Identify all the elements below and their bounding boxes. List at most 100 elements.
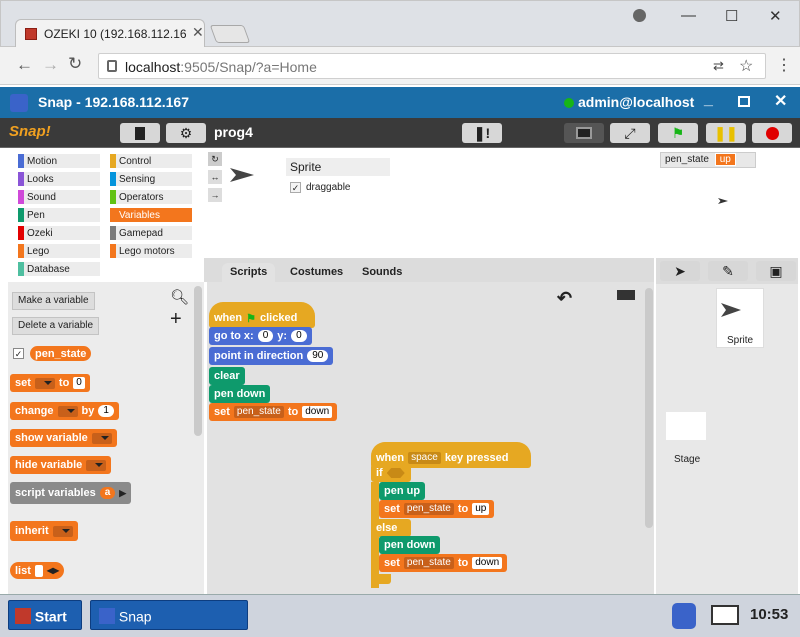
pen-up-block[interactable]: pen up xyxy=(379,482,426,500)
category-lego-motors[interactable]: Lego motors xyxy=(110,244,192,258)
pause-icon: ❚❚ xyxy=(714,124,738,141)
presentation-mode-button[interactable]: ⤢ xyxy=(610,123,650,143)
back-icon[interactable]: ← xyxy=(16,55,33,75)
pen-down-block-2[interactable]: pen down xyxy=(379,536,441,554)
green-flag-button[interactable]: ⚑ xyxy=(658,123,698,143)
change-variable-block[interactable]: change by 1 xyxy=(10,402,119,420)
new-tab-button[interactable] xyxy=(209,25,251,43)
category-variables[interactable]: Variables xyxy=(110,208,192,222)
stage-sprite-icon[interactable] xyxy=(718,198,728,204)
sprite-corral-label: Sprite xyxy=(727,335,754,346)
no-rotate-icon[interactable]: → xyxy=(208,188,222,202)
scripts-scrollbar[interactable] xyxy=(645,288,653,528)
tab-scripts[interactable]: Scripts xyxy=(222,263,276,282)
green-flag-icon: ⚑ xyxy=(671,124,685,141)
set-pen-state-up-block[interactable]: set pen_state to up xyxy=(379,500,495,518)
hide-variable-block[interactable]: hide variable xyxy=(10,456,112,474)
scripts-area[interactable]: ↶ when ⚑ clicked go to x: 0 y: 0 point in dir… xyxy=(207,282,654,594)
stage-size-button[interactable] xyxy=(564,123,604,143)
snap-maximize-button[interactable] xyxy=(738,96,750,107)
set-pen-state-down-block-2[interactable]: set pen_state to down xyxy=(379,554,508,572)
pause-button[interactable]: ❚❚ xyxy=(706,123,746,143)
page-info-icon[interactable] xyxy=(107,60,117,72)
menu-kebab-icon[interactable]: ⋮ xyxy=(776,55,792,75)
camera-sprite-button[interactable]: ▣ xyxy=(756,261,796,281)
if-else-bottom xyxy=(371,574,391,584)
robot-tray-icon[interactable] xyxy=(672,603,696,629)
monitor-icon[interactable] xyxy=(711,605,739,625)
snap-logo[interactable]: Snap! xyxy=(9,123,51,140)
watcher-checkbox[interactable]: ✓ xyxy=(13,348,24,359)
bookmark-star-icon[interactable]: ☆ xyxy=(739,56,753,76)
start-button[interactable]: Start xyxy=(8,600,82,630)
make-variable-button[interactable]: Make a variable xyxy=(12,292,95,310)
pen-down-block[interactable]: pen down xyxy=(209,385,271,403)
settings-menu-button[interactable]: ⚙ xyxy=(166,123,206,143)
profile-icon[interactable] xyxy=(633,9,646,22)
clear-block[interactable]: clear xyxy=(209,367,245,385)
file-menu-button[interactable] xyxy=(120,123,160,143)
maximize-window-button[interactable]: ☐ xyxy=(725,7,738,25)
stage-thumbnail[interactable] xyxy=(666,412,706,440)
stop-icon xyxy=(765,126,779,140)
gear-icon: ⚙ xyxy=(179,124,193,141)
translate-icon[interactable]: ⇄ xyxy=(713,58,724,74)
category-gamepad[interactable]: Gamepad xyxy=(110,226,192,240)
if-else-block[interactable]: if xyxy=(371,464,411,482)
palette-scrollbar[interactable] xyxy=(194,286,202,436)
category-ozeki[interactable]: Ozeki xyxy=(18,226,100,240)
rotate-any-icon[interactable]: ↻ xyxy=(208,152,222,166)
turbo-mode-button[interactable]: ❚! xyxy=(462,123,502,143)
script-variables-block[interactable]: script variables a ▶ xyxy=(10,482,132,504)
snap-close-button[interactable]: ✕ xyxy=(774,91,787,111)
paint-sprite-button[interactable]: ✎ xyxy=(708,261,748,281)
snap-toolbar: Snap! ⚙ prog4 ❚! ⤢ ⚑ ❚❚ xyxy=(0,118,800,148)
when-flag-clicked-block[interactable]: when ⚑ clicked xyxy=(209,302,315,328)
draggable-checkbox[interactable]: ✓ xyxy=(290,182,301,193)
url-field[interactable]: localhost:9505/Snap/?a=Home ⇄ ☆ xyxy=(98,53,766,79)
stop-button[interactable] xyxy=(752,123,792,143)
tab-close-icon[interactable]: ✕ xyxy=(192,24,204,41)
category-control[interactable]: Control xyxy=(110,154,192,168)
category-looks[interactable]: Looks xyxy=(18,172,100,186)
reload-icon[interactable]: ↻ xyxy=(68,54,82,74)
tab-costumes[interactable]: Costumes xyxy=(282,263,351,282)
delete-variable-button[interactable]: Delete a variable xyxy=(12,317,100,335)
taskbar: Start Snap 10:53 xyxy=(0,594,800,637)
minimize-window-button[interactable]: — xyxy=(681,7,696,24)
close-window-button[interactable]: ✕ xyxy=(769,7,782,25)
add-turtle-sprite-button[interactable]: ➤ xyxy=(660,261,700,281)
add-icon[interactable]: + xyxy=(170,308,182,331)
variable-reporter[interactable]: pen_state xyxy=(30,346,92,361)
category-motion[interactable]: Motion xyxy=(18,154,100,168)
snap-window-titlebar: Snap - 192.168.112.167 admin@localhost _… xyxy=(0,87,800,118)
rotate-lr-icon[interactable]: ↔ xyxy=(208,170,222,184)
sprite-name-field[interactable]: Sprite xyxy=(286,158,390,176)
undo-icon[interactable]: ↶ xyxy=(557,288,572,309)
taskbar-snap-button[interactable]: Snap xyxy=(90,600,248,630)
set-variable-block[interactable]: set to 0 xyxy=(10,374,91,392)
category-sound[interactable]: Sound xyxy=(18,190,100,204)
variable-watcher[interactable]: pen_state up xyxy=(660,152,756,168)
category-pen[interactable]: Pen xyxy=(18,208,100,222)
forward-icon[interactable]: → xyxy=(42,55,59,75)
list-block[interactable]: list ◀▶ xyxy=(10,562,65,579)
stage[interactable]: pen_state up xyxy=(656,148,798,258)
snap-app-icon xyxy=(10,94,28,112)
category-sensing[interactable]: Sensing xyxy=(110,172,192,186)
show-variable-block[interactable]: show variable xyxy=(10,429,117,447)
sprite-corral-item[interactable]: Sprite xyxy=(716,288,764,348)
point-direction-block[interactable]: point in direction 90 xyxy=(209,347,334,365)
inherit-block[interactable]: inherit xyxy=(10,521,78,541)
snap-minimize-button[interactable]: _ xyxy=(704,91,713,109)
tab-sounds[interactable]: Sounds xyxy=(354,263,410,282)
browser-tab[interactable]: OZEKI 10 (192.168.112.16 ✕ xyxy=(15,19,205,49)
category-lego[interactable]: Lego xyxy=(18,244,100,258)
category-database[interactable]: Database xyxy=(18,262,100,276)
goto-xy-block[interactable]: go to x: 0 y: 0 xyxy=(209,327,312,345)
set-pen-state-down-block[interactable]: set pen_state to down xyxy=(209,403,338,421)
search-icon[interactable]: 🔍︎ xyxy=(170,288,189,306)
user-label: admin@localhost xyxy=(578,94,695,110)
keyboard-icon[interactable] xyxy=(617,290,635,300)
category-operators[interactable]: Operators xyxy=(110,190,192,204)
